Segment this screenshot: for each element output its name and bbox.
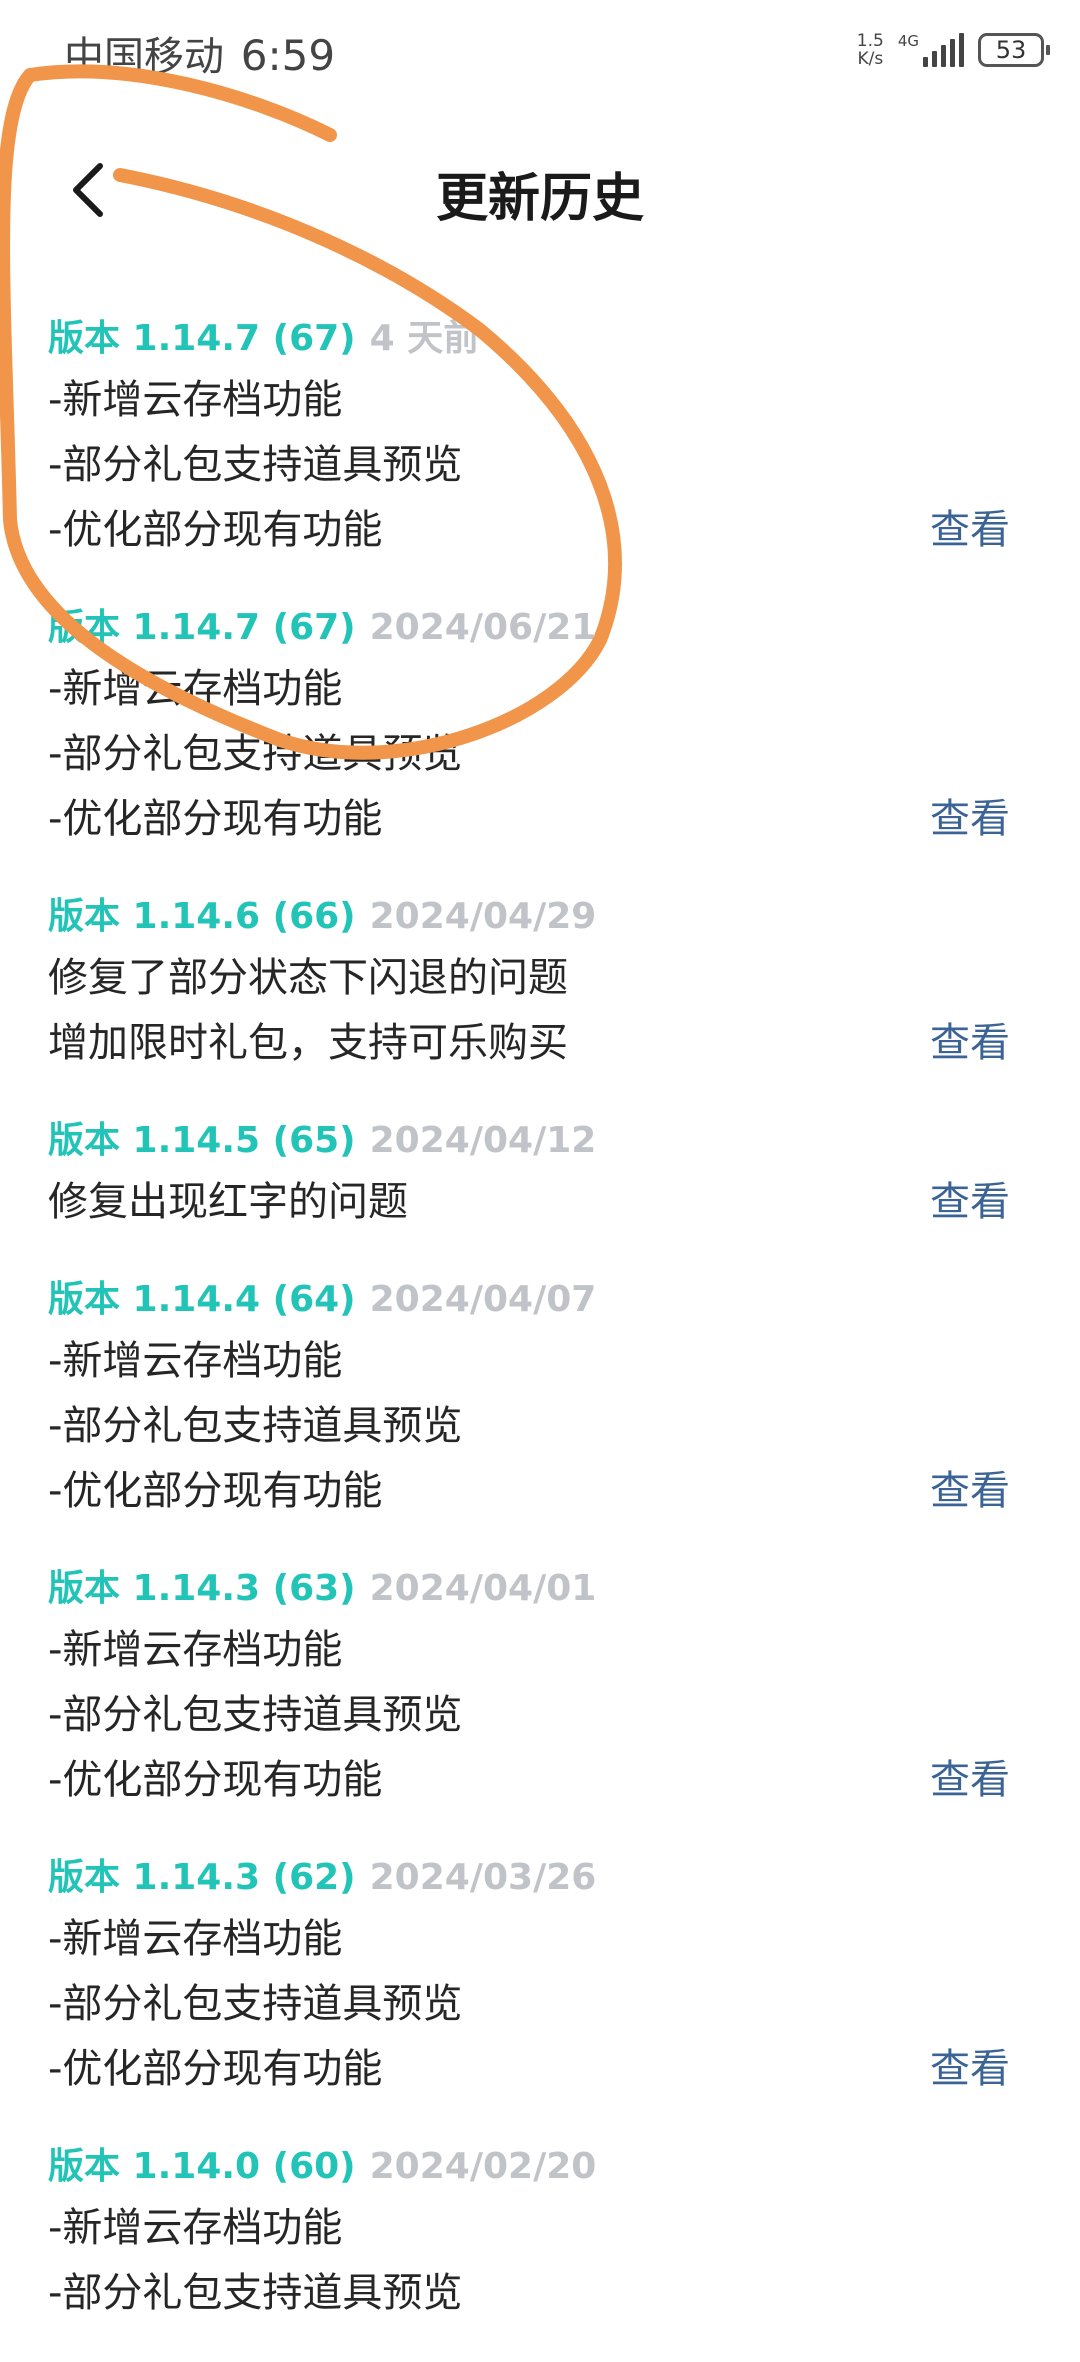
version-date: 4 天前 [369,318,480,359]
release-note: -部分礼包支持道具预览 [48,731,463,777]
carrier-name: 中国移动 [64,34,224,80]
version-date: 2024/04/07 [369,1279,597,1320]
list-item: 版本 1.14.6 (66) 2024/04/29 修复了部分状态下闪退的问题 增… [0,888,1080,1112]
status-left: 中国移动 6:59 [64,24,335,82]
version-date: 2024/04/01 [369,1568,597,1609]
clock: 6:59 [240,31,336,80]
view-button[interactable]: 查看 [930,1170,1010,1235]
release-note: -新增云存档功能 [48,1338,343,1384]
list-item: 版本 1.14.0 (60) 2024/02/20 -新增云存档功能 -部分礼包支… [0,2138,1080,2362]
view-button[interactable]: 查看 [930,1011,1010,1076]
version-header: 版本 1.14.3 (63) 2024/04/01 [48,1560,1080,1618]
release-note: -部分礼包支持道具预览 [48,2270,463,2316]
version-header: 版本 1.14.7 (67) 2024/06/21 [48,599,1080,657]
list-item: 版本 1.14.3 (63) 2024/04/01 -新增云存档功能 -部分礼包支… [0,1560,1080,1849]
status-bar: 中国移动 6:59 1.5 K/s 4G 53 [0,0,1080,100]
list-item: 版本 1.14.7 (67) 4 天前 -新增云存档功能 -部分礼包支持道具预览 … [0,310,1080,599]
version-header: 版本 1.14.7 (67) 4 天前 [48,310,1080,368]
version-date: 2024/06/21 [369,607,597,648]
list-item: 版本 1.14.3 (62) 2024/03/26 -新增云存档功能 -部分礼包支… [0,1849,1080,2138]
release-note: -部分礼包支持道具预览 [48,1692,463,1738]
list-item: 版本 1.14.7 (67) 2024/06/21 -新增云存档功能 -部分礼包支… [0,599,1080,888]
signal-bar [923,57,928,67]
release-note: 增加限时礼包，支持可乐购买 [48,1020,568,1066]
signal-bar [959,33,964,67]
view-button[interactable]: 查看 [930,787,1010,852]
network-type: 4G [897,32,919,50]
version-label: 版本 1.14.7 (67) [48,318,356,359]
release-note: -优化部分现有功能 [48,1757,383,1803]
version-label: 版本 1.14.7 (67) [48,607,356,648]
release-note: -优化部分现有功能 [48,2046,383,2092]
page-title: 更新历史 [435,169,644,229]
release-note: 修复出现红字的问题 [48,1179,408,1225]
network-speed: 1.5 K/s [857,32,884,68]
status-right: 1.5 K/s 4G 53 [857,28,1050,72]
release-note: -新增云存档功能 [48,666,343,712]
version-label: 版本 1.14.3 (62) [48,1857,356,1898]
view-button[interactable]: 查看 [930,1748,1010,1813]
network-speed-unit: K/s [857,49,884,69]
app-header: 更新历史 [0,130,1080,250]
version-date: 2024/03/26 [369,1857,597,1898]
signal-bar [932,51,937,67]
version-date: 2024/04/12 [369,1120,597,1161]
version-header: 版本 1.14.4 (64) 2024/04/07 [48,1271,1080,1329]
release-note: -新增云存档功能 [48,1916,343,1962]
version-label: 版本 1.14.5 (65) [48,1120,356,1161]
release-note: -新增云存档功能 [48,1627,343,1673]
version-label: 版本 1.14.0 (60) [48,2146,356,2187]
release-note: -部分礼包支持道具预览 [48,1403,463,1449]
version-label: 版本 1.14.6 (66) [48,896,356,937]
view-button[interactable]: 查看 [930,498,1010,563]
release-note: -部分礼包支持道具预览 [48,1981,463,2027]
release-note: -优化部分现有功能 [48,796,383,842]
list-item: 版本 1.14.4 (64) 2024/04/07 -新增云存档功能 -部分礼包支… [0,1271,1080,1560]
battery-icon: 53 [978,33,1050,67]
version-header: 版本 1.14.3 (62) 2024/03/26 [48,1849,1080,1907]
release-note: -新增云存档功能 [48,2205,343,2251]
version-header: 版本 1.14.6 (66) 2024/04/29 [48,888,1080,946]
signal-bar [950,39,955,67]
version-label: 版本 1.14.4 (64) [48,1279,356,1320]
release-note: -部分礼包支持道具预览 [48,442,463,488]
version-label: 版本 1.14.3 (63) [48,1568,356,1609]
version-date: 2024/04/29 [369,896,597,937]
cellular-signal-icon: 4G [898,33,964,67]
network-speed-value: 1.5 [856,31,884,51]
battery-level: 53 [995,36,1027,64]
release-note: -新增云存档功能 [48,377,343,423]
signal-bar [941,45,946,67]
version-history-list: 版本 1.14.7 (67) 4 天前 -新增云存档功能 -部分礼包支持道具预览 … [0,310,1080,2362]
version-header: 版本 1.14.5 (65) 2024/04/12 [48,1112,1080,1170]
view-button[interactable]: 查看 [930,1459,1010,1524]
release-note: -优化部分现有功能 [48,1468,383,1514]
view-button[interactable]: 查看 [930,2037,1010,2102]
version-header: 版本 1.14.0 (60) 2024/02/20 [48,2138,1080,2196]
release-note: -优化部分现有功能 [48,507,383,553]
version-date: 2024/02/20 [369,2146,597,2187]
release-note: 修复了部分状态下闪退的问题 [48,955,568,1001]
list-item: 版本 1.14.5 (65) 2024/04/12 修复出现红字的问题 查看 [0,1112,1080,1271]
